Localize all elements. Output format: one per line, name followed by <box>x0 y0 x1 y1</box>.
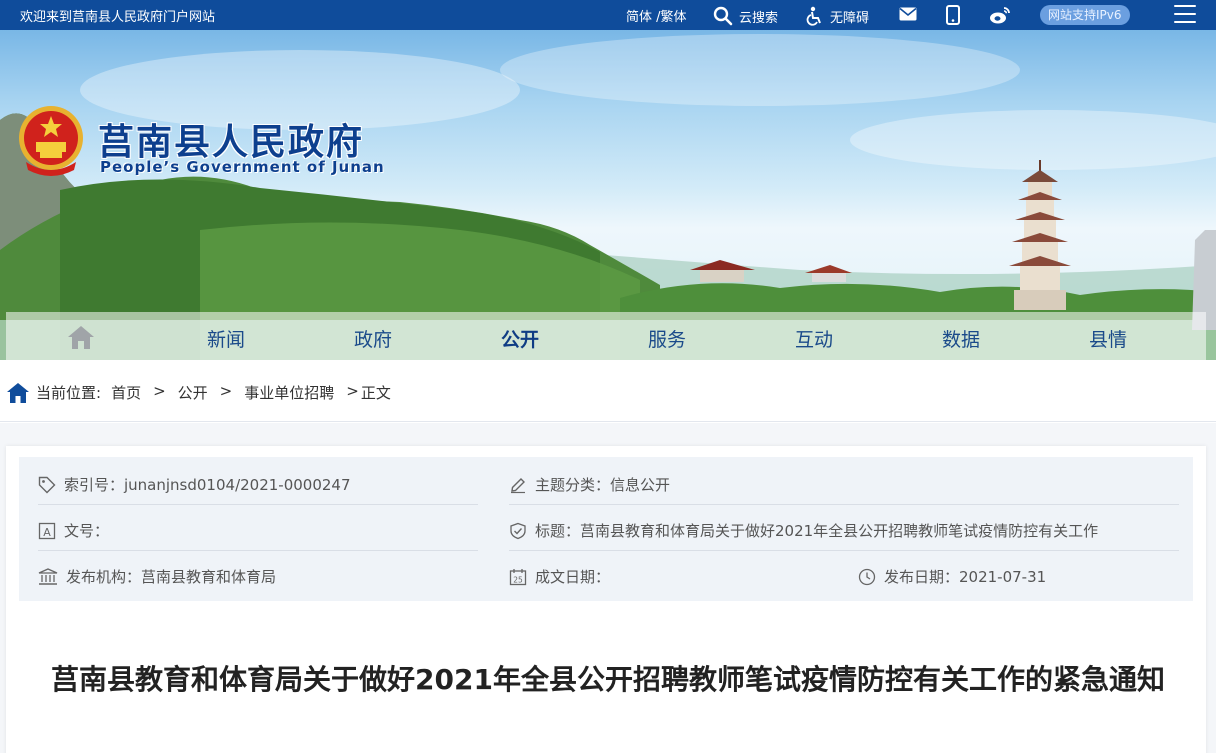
calendar-icon: 25 <box>509 568 527 585</box>
breadcrumb-home-icon <box>7 383 29 403</box>
subject-row: 标题：莒南县教育和体育局关于做好2021年全县公开招聘教师笔试疫情防控有关工作 <box>509 520 1098 541</box>
divider <box>509 550 1179 551</box>
landscape-illustration <box>0 34 1216 360</box>
divider <box>509 504 1179 505</box>
clock-icon <box>858 568 876 585</box>
topic-category: 主题分类：信息公开 <box>535 476 671 494</box>
top-bar: 欢迎来到莒南县人民政府门户网站 简体 /繁体 云搜索 无障碍 网站支持IPv6 <box>0 0 1216 30</box>
nav-item-news[interactable]: 新闻 <box>186 325 266 352</box>
nav-item-public[interactable]: 公开 <box>480 325 560 352</box>
breadcrumb-separator: > <box>219 382 233 400</box>
main-nav: 新闻 政府 公开 服务 互动 数据 县情 <box>6 312 1206 360</box>
hamburger-menu-icon[interactable] <box>1174 5 1196 25</box>
publish-date: 发布日期：2021-07-31 <box>884 568 1047 586</box>
nav-item-service[interactable]: 服务 <box>627 325 707 352</box>
svg-text:A: A <box>43 526 51 539</box>
breadcrumb-link-recruitment[interactable]: 事业单位招聘 <box>244 382 334 403</box>
creation-date: 成文日期： <box>535 568 611 586</box>
accessibility-label: 无障碍 <box>830 10 870 26</box>
nav-item-county-info[interactable]: 县情 <box>1068 325 1148 352</box>
search-icon <box>713 6 733 26</box>
creation-date-row: 25 成文日期： <box>509 566 610 587</box>
document-number: 文号： <box>64 522 110 540</box>
shield-check-icon <box>510 522 526 539</box>
breadcrumb-separator: > <box>153 382 166 400</box>
divider <box>38 550 478 551</box>
breadcrumb-link-home[interactable]: 首页 <box>111 382 141 403</box>
cloud-search-link[interactable]: 云搜索 <box>713 6 778 26</box>
breadcrumb-label: 当前位置: <box>36 384 102 402</box>
nav-item-government[interactable]: 政府 <box>333 325 413 352</box>
accessibility-link[interactable]: 无障碍 <box>806 6 869 26</box>
category-row: 主题分类：信息公开 <box>509 474 670 495</box>
language-switch[interactable]: 简体 /繁体 <box>626 6 687 25</box>
divider <box>38 504 478 505</box>
tag-icon <box>38 476 56 493</box>
index-number: 索引号：junanjnsd0104/2021-0000247 <box>64 476 351 494</box>
document-info-panel: 索引号：junanjnsd0104/2021-0000247 主题分类：信息公开… <box>19 457 1193 601</box>
mobile-icon[interactable] <box>946 5 960 25</box>
breadcrumb: 当前位置: 首页 > 公开 > 事业单位招聘 > 正文 <box>0 360 1216 422</box>
cloud-search-label: 云搜索 <box>739 10 779 26</box>
index-number-row: 索引号：junanjnsd0104/2021-0000247 <box>38 474 351 495</box>
publish-date-row: 发布日期：2021-07-31 <box>858 566 1046 587</box>
header-banner: 莒南县人民政府 People’s Government of Junan <box>0 30 1216 360</box>
document-number-row: A 文号： <box>38 520 109 541</box>
nav-item-interaction[interactable]: 互动 <box>774 325 854 352</box>
breadcrumb-current: 正文 <box>360 384 391 402</box>
weibo-icon[interactable] <box>989 5 1011 25</box>
welcome-text: 欢迎来到莒南县人民政府门户网站 <box>20 10 216 25</box>
publishing-agency: 发布机构：莒南县教育和体育局 <box>66 568 277 586</box>
wheelchair-icon <box>806 6 821 26</box>
article-title: 莒南县教育和体育局关于做好2021年全县公开招聘教师笔试疫情防控有关工作的紧急通… <box>51 663 1165 696</box>
breadcrumb-separator: > <box>346 382 359 400</box>
breadcrumb-link-public[interactable]: 公开 <box>178 382 208 403</box>
national-emblem-logo <box>19 106 83 176</box>
institution-icon <box>38 567 58 585</box>
publisher-row: 发布机构：莒南县教育和体育局 <box>38 566 276 587</box>
svg-text:25: 25 <box>513 575 523 584</box>
ipv6-badge: 网站支持IPv6 <box>1040 5 1130 25</box>
home-icon[interactable] <box>66 324 96 350</box>
subject-title: 标题：莒南县教育和体育局关于做好2021年全县公开招聘教师笔试疫情防控有关工作 <box>535 522 1099 540</box>
pencil-icon <box>511 477 525 493</box>
document-number-icon: A <box>38 522 56 539</box>
site-subtitle: People’s Government of Junan <box>100 158 385 176</box>
nav-item-data[interactable]: 数据 <box>921 325 1001 352</box>
mail-icon[interactable] <box>899 7 917 21</box>
